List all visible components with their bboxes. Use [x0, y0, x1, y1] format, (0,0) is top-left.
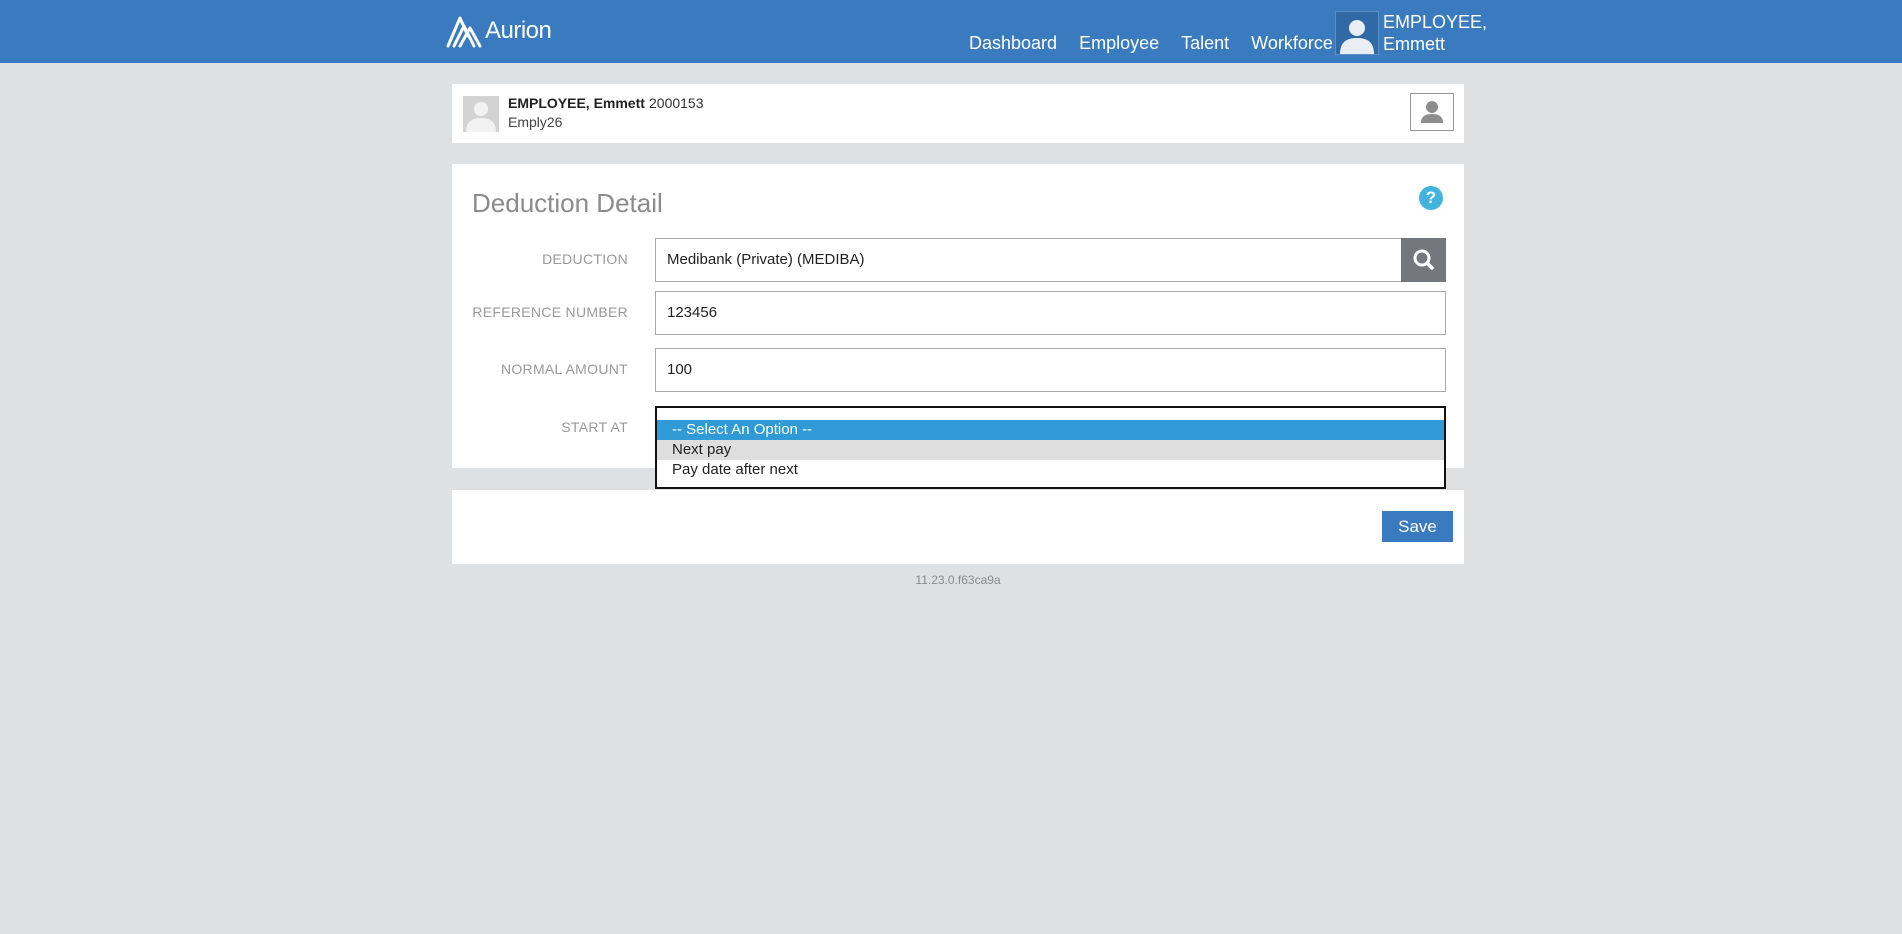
start-at-option[interactable]: -- Select An Option -- [657, 420, 1444, 440]
search-icon [1413, 249, 1434, 270]
version-label: 11.23.0.f63ca9a [915, 573, 1001, 587]
nav-talent[interactable]: Talent [1181, 33, 1229, 54]
deduction-label: DEDUCTION [542, 251, 628, 267]
user-name-line1: EMPLOYEE, [1383, 12, 1488, 32]
reference-number-field[interactable]: 123456 [655, 291, 1446, 335]
deduction-search-button[interactable] [1401, 238, 1446, 282]
aurion-logo[interactable]: Aurion [446, 12, 552, 50]
person-icon [1421, 101, 1443, 123]
main-nav: Dashboard Employee Talent Workforce [969, 33, 1333, 54]
employee-avatar [463, 96, 499, 132]
employee-profile-button[interactable] [1410, 93, 1454, 131]
deduction-field[interactable]: Medibank (Private) (MEDIBA) [655, 238, 1402, 282]
user-name[interactable]: EMPLOYEE, Emmett [1383, 11, 1487, 55]
top-navbar: Aurion Dashboard Employee Talent Workfor… [0, 0, 1902, 63]
user-silhouette-icon [1340, 20, 1374, 54]
employee-code: Emply26 [508, 114, 563, 130]
employee-silhouette-icon [466, 102, 496, 132]
employee-name: EMPLOYEE, Emmett [508, 95, 645, 111]
nav-employee[interactable]: Employee [1079, 33, 1159, 54]
start-at-option[interactable]: Pay date after next [657, 460, 1444, 480]
normal-amount-field[interactable]: 100 [655, 348, 1446, 392]
start-at-select[interactable]: -- Select An Option -- Next pay Pay date… [655, 406, 1446, 489]
employee-number: 2000153 [649, 95, 704, 111]
user-name-line2: Emmett [1383, 34, 1446, 54]
user-avatar[interactable] [1335, 11, 1379, 55]
start-at-label: START AT [561, 419, 628, 435]
help-icon[interactable]: ? [1419, 186, 1443, 210]
save-button[interactable]: Save [1382, 511, 1453, 542]
nav-dashboard[interactable]: Dashboard [969, 33, 1057, 54]
start-at-option[interactable]: Next pay [657, 440, 1444, 460]
brand-name: Aurion [485, 17, 552, 44]
page-title: Deduction Detail [472, 188, 663, 218]
normal-amount-label: NORMAL AMOUNT [500, 361, 628, 377]
employee-summary-card: EMPLOYEE, Emmett 2000153 Emply26 [452, 84, 1464, 143]
nav-workforce[interactable]: Workforce [1251, 33, 1333, 54]
aurion-logo-icon [446, 16, 482, 48]
form-actions-card: Save [452, 490, 1464, 564]
reference-number-label: REFERENCE NUMBER [472, 304, 628, 320]
